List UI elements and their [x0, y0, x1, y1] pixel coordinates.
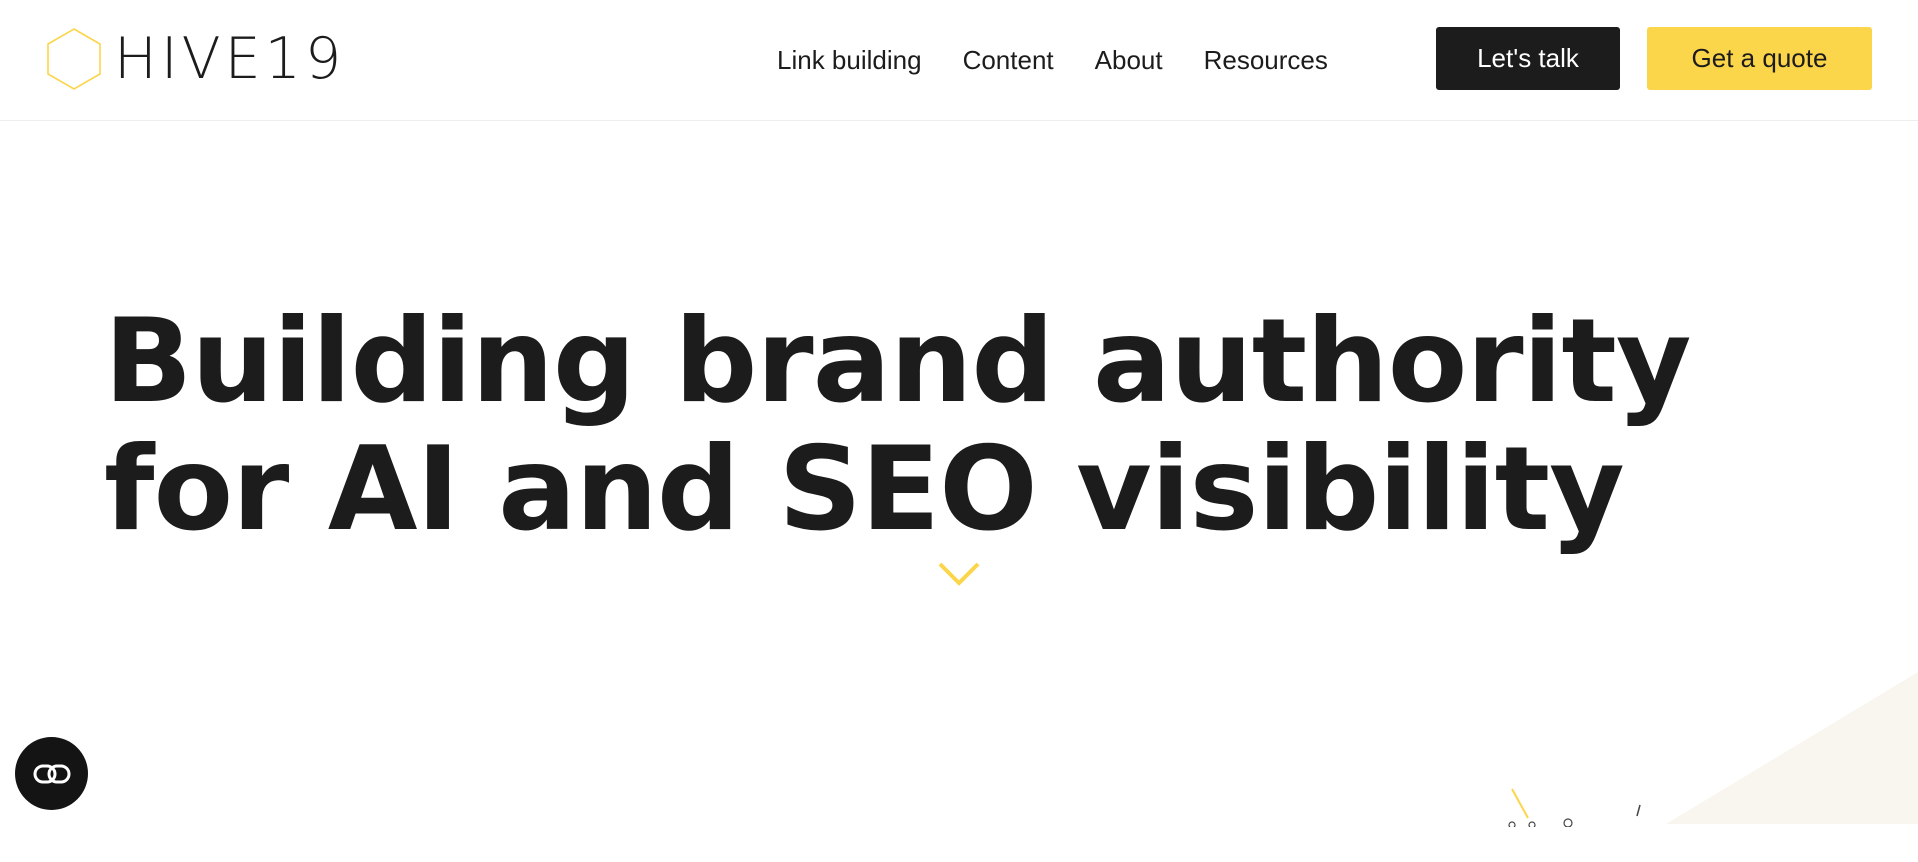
- nav-link-building[interactable]: Link building: [777, 44, 922, 76]
- page: HIVE19 Link building Content About Resou…: [0, 0, 1918, 862]
- get-a-quote-button[interactable]: Get a quote: [1647, 27, 1872, 90]
- lets-talk-button[interactable]: Let's talk: [1436, 27, 1620, 90]
- hero-title-line-2: for AI and SEO visibility: [104, 422, 1625, 557]
- nav-content[interactable]: Content: [963, 44, 1054, 76]
- nav-resources[interactable]: Resources: [1204, 44, 1328, 76]
- chat-widget-button[interactable]: [15, 737, 88, 810]
- logo-text: HIVE19: [114, 25, 346, 92]
- hexagon-icon: [47, 28, 101, 90]
- chat-link-icon: [33, 764, 70, 783]
- decorative-shape: [1666, 672, 1918, 824]
- site-header: HIVE19 Link building Content About Resou…: [0, 0, 1918, 121]
- hero-title-line-1: Building brand authority: [104, 294, 1691, 429]
- logo[interactable]: HIVE19: [46, 27, 345, 91]
- chevron-down-icon[interactable]: [937, 560, 981, 588]
- decorative-marks: [1508, 788, 1641, 827]
- main-nav: Link building Content About Resources: [777, 44, 1369, 76]
- nav-about[interactable]: About: [1095, 44, 1163, 76]
- hero-title: Building brand authority for AI and SEO …: [104, 298, 1704, 554]
